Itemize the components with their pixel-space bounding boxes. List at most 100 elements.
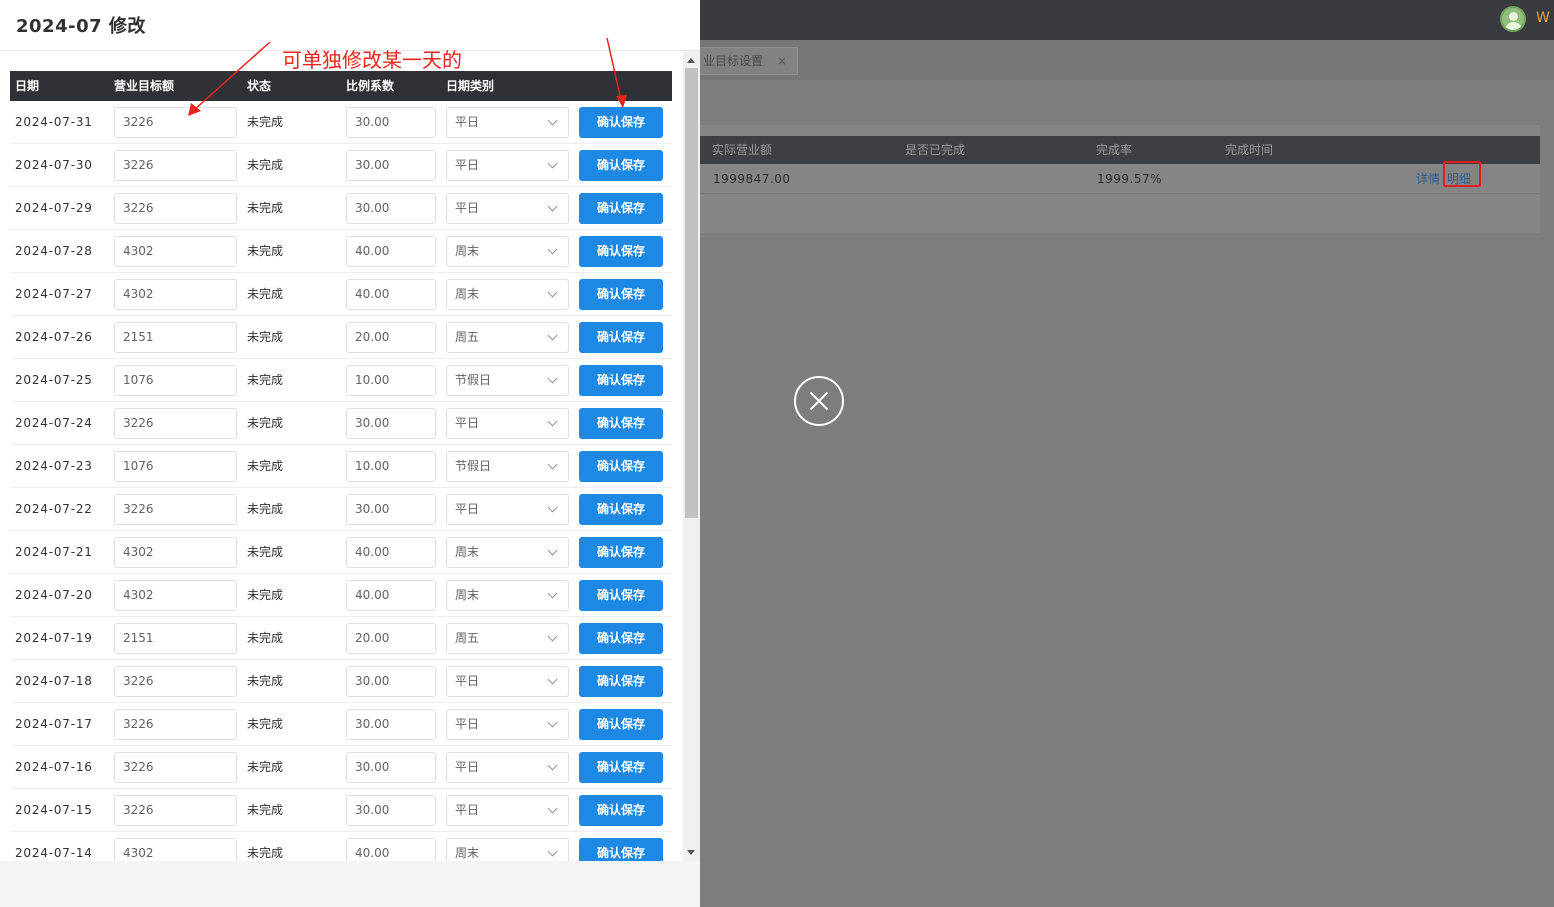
confirm-save-button[interactable]: 确认保存 [579,451,663,482]
date-type-select[interactable]: 平日 [446,107,569,138]
target-amount-input[interactable]: 4302 [114,537,237,568]
target-amount-input[interactable]: 2151 [114,623,237,654]
ratio-input[interactable]: 30.00 [346,193,436,224]
target-amount-input[interactable]: 3226 [114,666,237,697]
ratio-input[interactable]: 40.00 [346,236,436,267]
target-amount-input[interactable]: 3226 [114,107,237,138]
date-type-select[interactable]: 周末 [446,279,569,310]
confirm-save-button[interactable]: 确认保存 [579,193,663,224]
target-amount-input[interactable]: 2151 [114,322,237,353]
confirm-save-button[interactable]: 确认保存 [579,537,663,568]
target-amount-input[interactable]: 4302 [114,279,237,310]
chevron-down-icon [547,416,558,427]
target-amount-input[interactable]: 1076 [114,451,237,482]
actual-revenue-value: 1999847.00 [713,172,791,186]
target-amount-input[interactable]: 1076 [114,365,237,396]
confirm-save-button[interactable]: 确认保存 [579,322,663,353]
tab-target-settings[interactable]: 业目标设置 × [688,47,798,75]
date-type-select[interactable]: 周五 [446,623,569,654]
close-circle-icon[interactable] [794,376,844,426]
row-date: 2024-07-20 [15,588,93,602]
confirm-save-button[interactable]: 确认保存 [579,838,663,861]
target-amount-input[interactable]: 3226 [114,150,237,181]
ratio-input[interactable]: 30.00 [346,666,436,697]
date-type-value: 节假日 [455,459,492,473]
target-amount-input[interactable]: 4302 [114,838,237,861]
chevron-down-icon [547,201,558,212]
chevron-down-icon [547,846,558,857]
confirm-save-button[interactable]: 确认保存 [579,408,663,439]
date-type-select[interactable]: 节假日 [446,451,569,482]
confirm-save-button[interactable]: 确认保存 [579,107,663,138]
confirm-save-button[interactable]: 确认保存 [579,279,663,310]
target-amount-input[interactable]: 3226 [114,408,237,439]
ratio-input[interactable]: 20.00 [346,623,436,654]
date-type-value: 周末 [455,287,480,301]
avatar-icon[interactable] [1500,6,1526,32]
target-amount-input[interactable]: 4302 [114,236,237,267]
target-amount-input[interactable]: 3226 [114,795,237,826]
date-type-select[interactable]: 周五 [446,322,569,353]
header-date-type: 日期类别 [446,79,495,93]
confirm-save-button[interactable]: 确认保存 [579,666,663,697]
confirm-save-button[interactable]: 确认保存 [579,795,663,826]
scroll-down-icon[interactable] [687,850,695,855]
date-type-select[interactable]: 平日 [446,752,569,783]
ratio-input[interactable]: 30.00 [346,150,436,181]
ratio-input[interactable]: 30.00 [346,709,436,740]
date-type-select[interactable]: 周末 [446,838,569,861]
confirm-save-button[interactable]: 确认保存 [579,236,663,267]
ratio-input[interactable]: 40.00 [346,279,436,310]
date-type-select[interactable]: 平日 [446,494,569,525]
table-header: 日期 营业目标额 状态 比例系数 日期类别 [10,71,672,101]
scrollbar-thumb[interactable] [685,68,698,518]
date-type-select[interactable]: 平日 [446,150,569,181]
target-amount-input[interactable]: 4302 [114,580,237,611]
ratio-input[interactable]: 40.00 [346,838,436,861]
ratio-input[interactable]: 30.00 [346,795,436,826]
date-type-select[interactable]: 平日 [446,795,569,826]
date-type-select[interactable]: 节假日 [446,365,569,396]
target-amount-input[interactable]: 3226 [114,494,237,525]
ratio-input[interactable]: 30.00 [346,408,436,439]
ratio-input[interactable]: 30.00 [346,752,436,783]
confirm-save-button[interactable]: 确认保存 [579,365,663,396]
row-date: 2024-07-23 [15,459,93,473]
ratio-input[interactable]: 40.00 [346,537,436,568]
date-type-select[interactable]: 平日 [446,193,569,224]
date-type-select[interactable]: 平日 [446,408,569,439]
ratio-input[interactable]: 30.00 [346,107,436,138]
user-name[interactable]: W [1536,10,1550,26]
confirm-save-button[interactable]: 确认保存 [579,150,663,181]
confirm-save-button[interactable]: 确认保存 [579,752,663,783]
target-amount-input[interactable]: 3226 [114,709,237,740]
chevron-down-icon [547,674,558,685]
tab-close-icon[interactable]: × [777,48,787,74]
date-type-value: 平日 [455,115,480,129]
date-type-value: 周五 [455,631,480,645]
ratio-input[interactable]: 40.00 [346,580,436,611]
confirm-save-button[interactable]: 确认保存 [579,580,663,611]
date-type-select[interactable]: 周末 [446,236,569,267]
ratio-input[interactable]: 30.00 [346,494,436,525]
ratio-input[interactable]: 20.00 [346,322,436,353]
target-amount-input[interactable]: 3226 [114,752,237,783]
date-type-select[interactable]: 平日 [446,709,569,740]
breakdown-highlight-box [1443,161,1481,187]
target-amount-input[interactable]: 3226 [114,193,237,224]
date-type-value: 平日 [455,674,480,688]
confirm-save-button[interactable]: 确认保存 [579,709,663,740]
date-type-select[interactable]: 平日 [446,666,569,697]
detail-link[interactable]: 详情 [1416,164,1440,194]
modal-scrollbar[interactable] [683,51,700,861]
date-type-select[interactable]: 周末 [446,580,569,611]
ratio-input[interactable]: 10.00 [346,451,436,482]
date-type-value: 节假日 [455,373,492,387]
ratio-input[interactable]: 10.00 [346,365,436,396]
confirm-save-button[interactable]: 确认保存 [579,623,663,654]
date-type-select[interactable]: 周末 [446,537,569,568]
table-row: 2024-07-26 2151 未完成 20.00 周五 确认保存 [10,316,672,359]
scroll-up-icon[interactable] [687,58,695,63]
confirm-save-button[interactable]: 确认保存 [579,494,663,525]
chevron-down-icon [547,244,558,255]
